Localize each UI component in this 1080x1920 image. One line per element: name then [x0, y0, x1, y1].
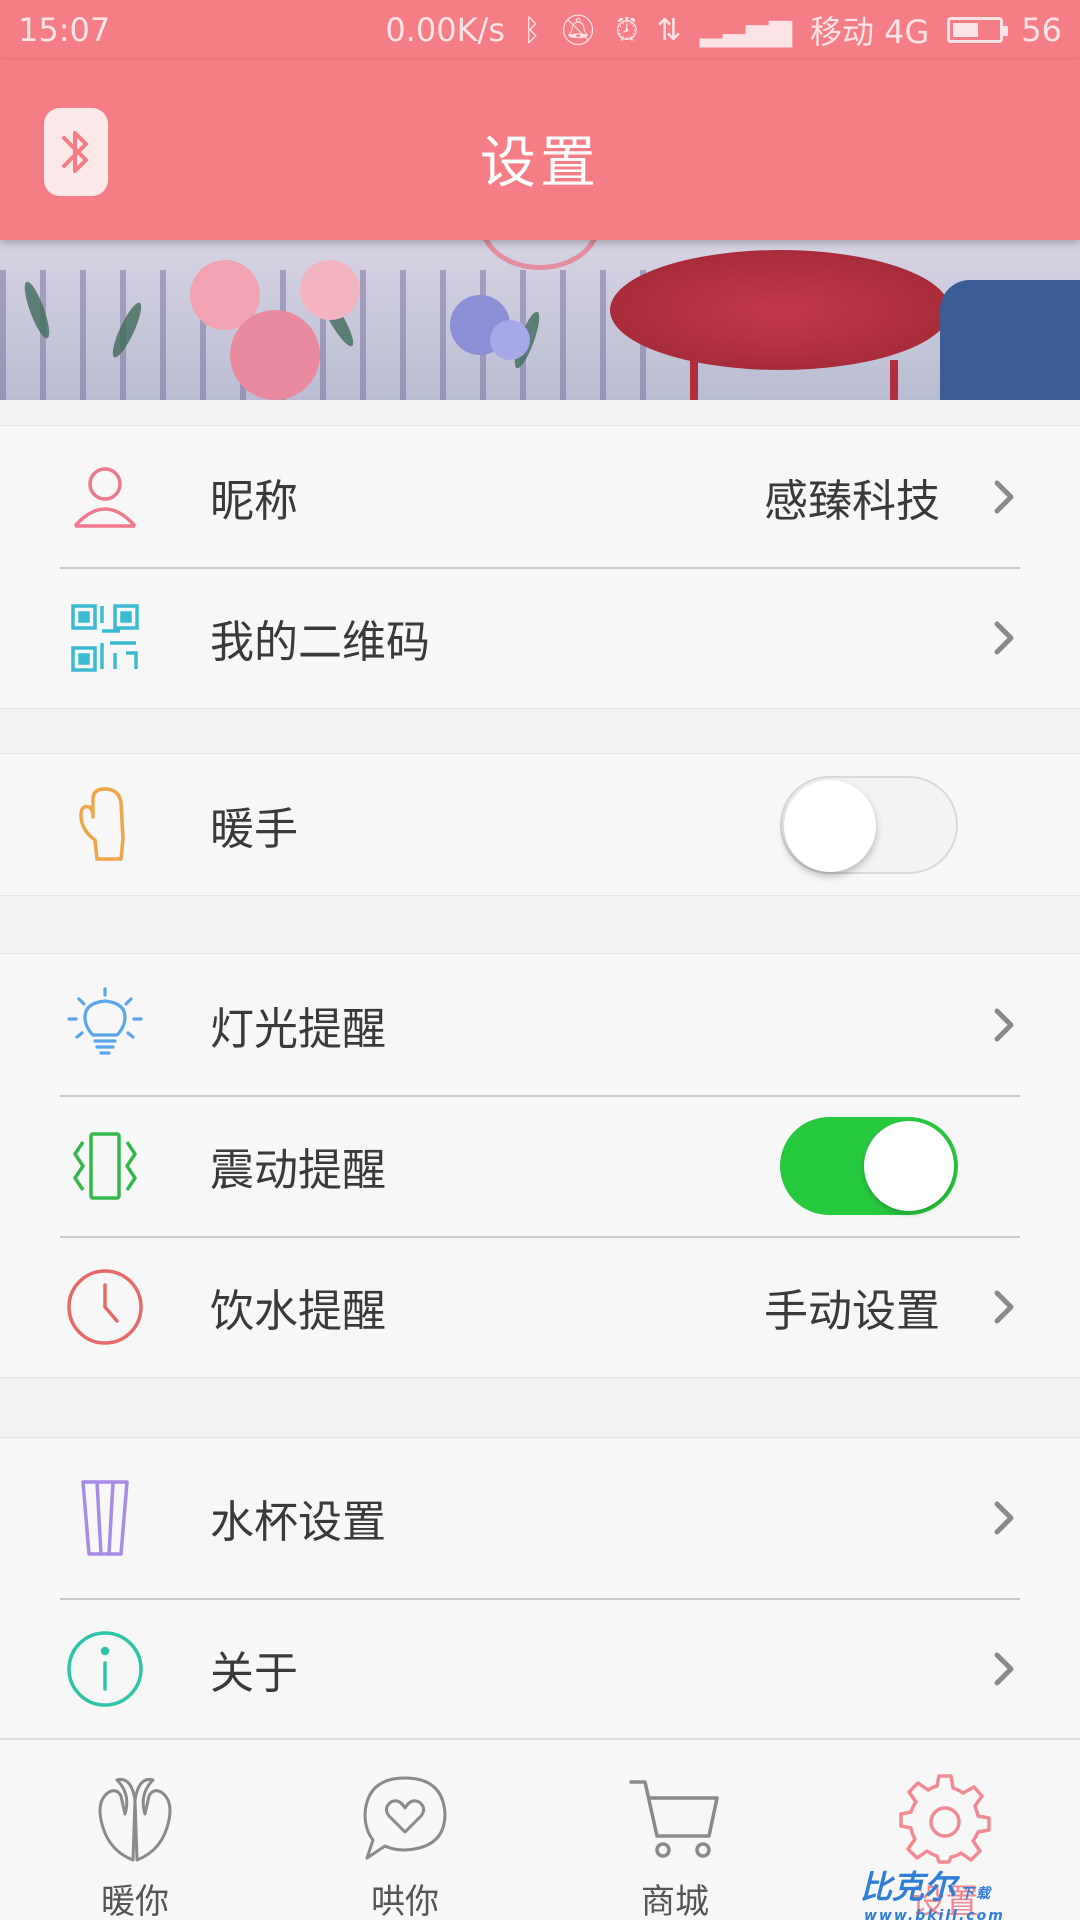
cup-icon: [65, 1478, 145, 1558]
hand-warmer-row: 暖手: [0, 754, 1080, 895]
header-banner-image: [0, 240, 1080, 400]
banner-table-leg: [890, 360, 898, 400]
chat-heart-icon: [357, 1770, 453, 1866]
banner-table: [610, 250, 950, 370]
vibration-reminder-label: 震动提醒: [210, 1144, 386, 1196]
toggle-knob: [864, 1120, 954, 1211]
banner-flower: [300, 260, 360, 320]
tab-warm-you[interactable]: 暖你: [0, 1740, 270, 1920]
hand-warmer-toggle[interactable]: [780, 775, 958, 874]
gear-icon: [897, 1770, 993, 1866]
status-right: 0.00K/s ᛒ 🔕︎ ⏰︎ ⇅ ▂▃▅▆ 移动 4G 56: [385, 7, 1062, 53]
battery-percent: 56: [1021, 11, 1062, 49]
nickname-row[interactable]: 昵称 感臻科技: [0, 426, 1080, 567]
watermark-text: 比克尔: [860, 1868, 957, 1906]
light-reminder-label: 灯光提醒: [210, 1003, 386, 1055]
carrier-label: 移动 4G: [809, 13, 930, 51]
light-reminder-row[interactable]: 灯光提醒: [0, 954, 1080, 1095]
vibration-reminder-row: 震动提醒: [0, 1095, 1080, 1236]
clock-icon: [65, 1267, 145, 1347]
cup-settings-label: 水杯设置: [210, 1497, 386, 1548]
chevron-right-icon: [990, 618, 1018, 658]
settings-group-device: 水杯设置 关于: [0, 1437, 1080, 1739]
banner-flower: [490, 320, 530, 360]
water-reminder-row[interactable]: 饮水提醒 手动设置: [0, 1236, 1080, 1377]
banner-flower: [230, 310, 320, 400]
status-bar: 15:07 0.00K/s ᛒ 🔕︎ ⏰︎ ⇅ ▂▃▅▆ 移动 4G 56: [0, 0, 1080, 60]
lightbulb-icon: [65, 985, 145, 1065]
about-row[interactable]: 关于: [0, 1598, 1080, 1739]
water-reminder-label: 饮水提醒: [210, 1285, 386, 1337]
chevron-right-icon: [990, 1649, 1018, 1689]
water-reminder-value: 手动设置: [764, 1285, 940, 1337]
nickname-value: 感臻科技: [764, 475, 940, 527]
tab-label: 商城: [641, 1882, 709, 1920]
vibrate-icon: [65, 1126, 145, 1206]
tab-label: 哄你: [371, 1882, 439, 1920]
qr-code-row[interactable]: 我的二维码: [0, 567, 1080, 708]
tab-label: 暖你: [101, 1882, 169, 1920]
watermark-url: www.bkill.com: [864, 1908, 1005, 1920]
chevron-right-icon: [990, 1005, 1018, 1045]
tab-shop[interactable]: 商城: [540, 1740, 810, 1920]
bluetooth-status-icon: ᛒ: [523, 12, 541, 48]
signal-icon: ▂▃▅▆: [699, 12, 792, 48]
hands-icon: [87, 1770, 183, 1866]
net-speed: 0.00K/s: [385, 11, 505, 49]
data-transfer-icon: ⇅: [656, 12, 682, 48]
chevron-right-icon: [990, 1498, 1018, 1538]
alarm-icon: ⏰︎: [615, 12, 639, 48]
cup-settings-row[interactable]: 水杯设置: [0, 1438, 1080, 1598]
battery-fill: [953, 23, 978, 37]
qr-code-label: 我的二维码: [210, 616, 430, 668]
toggle-knob: [784, 779, 876, 872]
nickname-label: 昵称: [210, 475, 298, 527]
battery-icon: [947, 17, 1009, 43]
settings-group-profile: 昵称 感臻科技 我的二维码: [0, 425, 1080, 709]
settings-group-warmer: 暖手: [0, 753, 1080, 896]
chevron-right-icon: [990, 477, 1018, 517]
chevron-right-icon: [990, 1287, 1018, 1327]
title-bar: 设置: [0, 60, 1080, 240]
watermark-logo: 比克尔 下载 www.bkill.com: [860, 1862, 1005, 1920]
hand-warmer-label: 暖手: [210, 803, 298, 855]
user-icon: [65, 457, 145, 537]
cart-icon: [627, 1770, 723, 1866]
tab-coax-you[interactable]: 哄你: [270, 1740, 540, 1920]
settings-group-reminders: 灯光提醒 震动提醒 饮水提醒 手动设置: [0, 953, 1080, 1378]
qr-code-icon: [65, 598, 145, 678]
vibration-reminder-toggle[interactable]: [780, 1116, 958, 1215]
mute-icon: 🔕︎: [559, 12, 598, 48]
page-title: 设置: [480, 131, 600, 196]
avatar[interactable]: [480, 240, 600, 270]
about-label: 关于: [210, 1647, 298, 1699]
info-icon: [65, 1629, 145, 1709]
banner-figure: [940, 280, 1080, 400]
status-time: 15:07: [18, 11, 111, 49]
mitten-icon: [65, 785, 145, 865]
banner-table-leg: [690, 360, 698, 400]
watermark-badge: 下载: [960, 1886, 993, 1902]
